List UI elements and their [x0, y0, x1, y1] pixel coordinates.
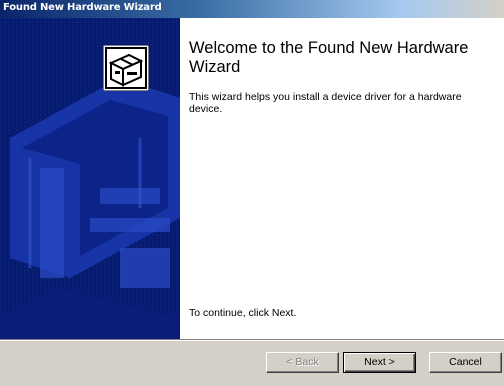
- title-bar[interactable]: Found New Hardware Wizard: [0, 0, 504, 18]
- next-button[interactable]: Next >: [343, 352, 416, 373]
- banner-artwork: [0, 18, 180, 339]
- back-button[interactable]: < Back: [266, 352, 339, 373]
- button-divider: [0, 339, 504, 341]
- cancel-button[interactable]: Cancel: [429, 352, 502, 373]
- hardware-device-icon: [103, 45, 149, 91]
- wizard-description: This wizard helps you install a device d…: [189, 91, 462, 115]
- window-title: Found New Hardware Wizard: [3, 2, 162, 13]
- continue-instruction: To continue, click Next.: [189, 307, 297, 319]
- wizard-banner: [0, 18, 180, 339]
- wizard-heading: Welcome to the Found New Hardware Wizard: [189, 39, 469, 76]
- wizard-content: Welcome to the Found New Hardware Wizard…: [180, 18, 504, 339]
- wizard-window: Found New Hardware Wizard Welcome to the…: [0, 0, 504, 386]
